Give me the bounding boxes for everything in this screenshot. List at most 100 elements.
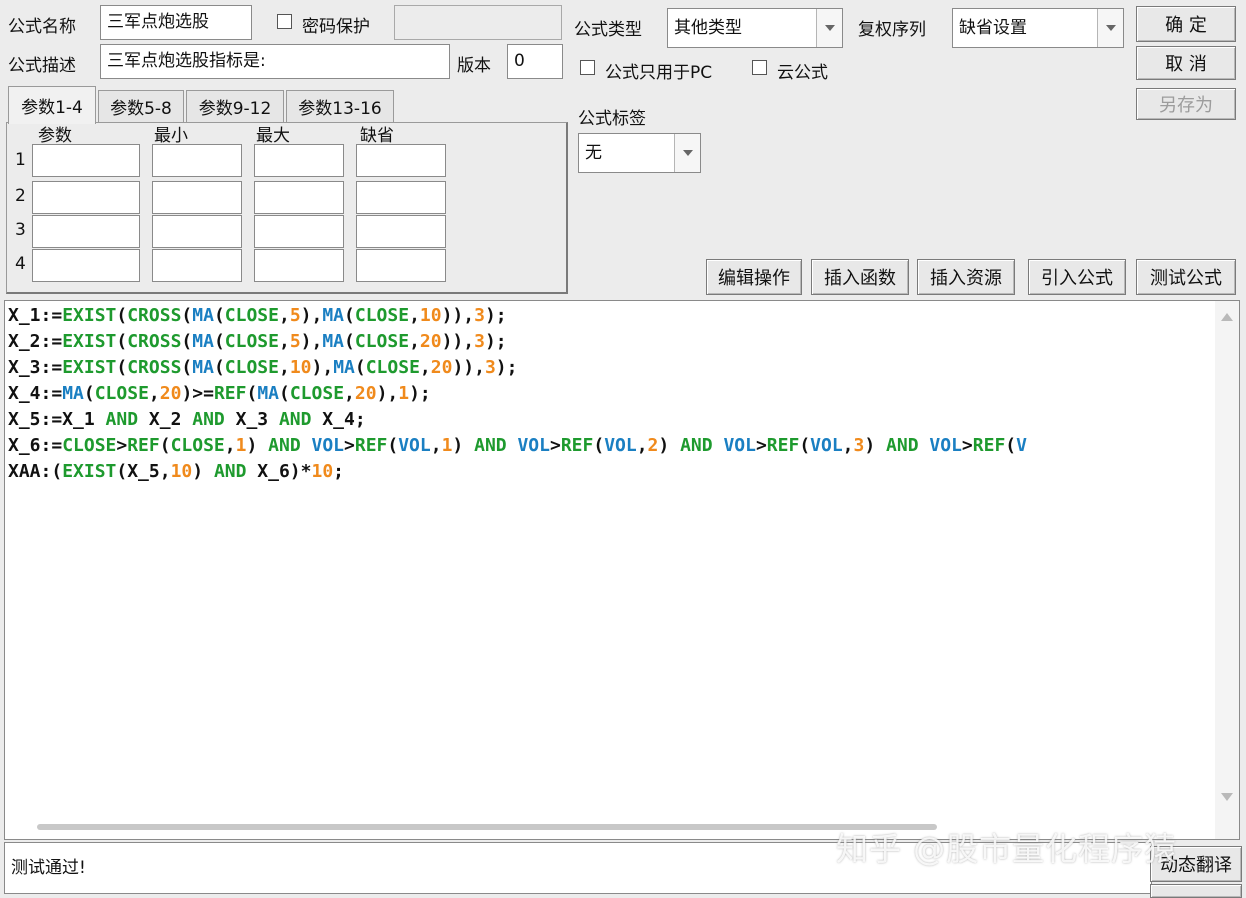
param-3-default-input[interactable] bbox=[356, 215, 446, 248]
param-4-default-input[interactable] bbox=[356, 249, 446, 282]
version-input[interactable]: 0 bbox=[507, 44, 563, 79]
code-token: CLOSE bbox=[62, 435, 117, 456]
formula-tag-select[interactable]: 无 bbox=[578, 133, 701, 173]
ok-button[interactable]: 确 定 bbox=[1136, 6, 1236, 42]
param-3-name-input[interactable] bbox=[32, 215, 140, 248]
code-token: CROSS bbox=[127, 305, 182, 326]
rights-select[interactable]: 缺省设置 bbox=[952, 8, 1124, 48]
insert-function-button[interactable]: 插入函数 bbox=[811, 259, 909, 295]
code-token: 2 bbox=[647, 435, 659, 456]
formula-tag-value: 无 bbox=[585, 143, 602, 163]
code-token: VOL bbox=[723, 435, 756, 456]
code-token: )), bbox=[452, 357, 485, 378]
code-token: 10 bbox=[419, 305, 442, 326]
code-token: ( bbox=[116, 357, 128, 378]
code-token: , bbox=[344, 383, 355, 404]
code-token: X_4:= bbox=[8, 383, 63, 404]
code-token: MA bbox=[257, 383, 279, 404]
code-line[interactable]: X_2:=EXIST(CROSS(MA(CLOSE,5),MA(CLOSE,20… bbox=[8, 329, 1027, 355]
code-token: CLOSE bbox=[224, 357, 279, 378]
chevron-down-icon[interactable] bbox=[816, 9, 842, 47]
param-3-max-input[interactable] bbox=[254, 215, 344, 248]
scroll-arrows-icon[interactable] bbox=[1215, 301, 1239, 840]
cloud-formula-checkbox[interactable] bbox=[752, 60, 767, 75]
param-2-min-input[interactable] bbox=[152, 181, 242, 214]
code-token: ( bbox=[387, 435, 399, 456]
import-formula-button[interactable]: 引入公式 bbox=[1028, 259, 1126, 295]
code-editor[interactable]: X_1:=EXIST(CROSS(MA(CLOSE,5),MA(CLOSE,10… bbox=[4, 300, 1240, 840]
code-token: X_2 bbox=[138, 409, 193, 430]
code-token: X_4; bbox=[311, 409, 366, 430]
chevron-down-icon[interactable] bbox=[674, 134, 700, 172]
code-token: X_6:= bbox=[8, 435, 63, 456]
code-token: 1 bbox=[235, 435, 247, 456]
param-1-name-input[interactable] bbox=[32, 144, 140, 177]
code-token: ); bbox=[484, 305, 507, 326]
code-token: 10 bbox=[170, 461, 193, 482]
test-formula-button[interactable]: 测试公式 bbox=[1136, 259, 1236, 295]
code-token: REF bbox=[213, 383, 247, 404]
code-token: , bbox=[409, 331, 420, 352]
code-token: , bbox=[224, 435, 236, 456]
code-token: VOL bbox=[604, 435, 637, 456]
code-token: ( bbox=[354, 357, 366, 378]
code-line[interactable]: X_5:=X_1 AND X_2 AND X_3 AND X_4; bbox=[8, 407, 1027, 433]
param-1-min-input[interactable] bbox=[152, 144, 242, 177]
code-line[interactable]: X_6:=CLOSE>REF(CLOSE,1) AND VOL>REF(VOL,… bbox=[8, 433, 1027, 459]
code-token: AND bbox=[192, 409, 225, 430]
param-4-max-input[interactable] bbox=[254, 249, 344, 282]
code-line[interactable]: X_3:=EXIST(CROSS(MA(CLOSE,10),MA(CLOSE,2… bbox=[8, 355, 1027, 381]
code-token: ( bbox=[1005, 435, 1017, 456]
code-token: REF bbox=[560, 435, 594, 456]
param-4-min-input[interactable] bbox=[152, 249, 242, 282]
code-token: ); bbox=[495, 357, 518, 378]
param-row-number: 4 bbox=[15, 254, 26, 274]
tab-params-5-8[interactable]: 参数5-8 bbox=[98, 90, 184, 122]
code-line[interactable]: X_1:=EXIST(CROSS(MA(CLOSE,5),MA(CLOSE,10… bbox=[8, 303, 1027, 329]
rights-value: 缺省设置 bbox=[959, 18, 1027, 38]
code-token: )), bbox=[441, 305, 475, 326]
code-text[interactable]: X_1:=EXIST(CROSS(MA(CLOSE,5),MA(CLOSE,10… bbox=[8, 303, 1027, 485]
code-token: 1 bbox=[398, 383, 410, 404]
code-token: ); bbox=[484, 331, 507, 352]
chevron-down-icon[interactable] bbox=[1097, 9, 1123, 47]
pc-only-checkbox[interactable] bbox=[580, 60, 595, 75]
formula-type-select[interactable]: 其他类型 bbox=[667, 8, 843, 48]
code-token: ( bbox=[116, 331, 128, 352]
tab-params-1-4[interactable]: 参数1-4 bbox=[8, 86, 96, 124]
code-line[interactable]: X_4:=MA(CLOSE,20)>=REF(MA(CLOSE,20),1); bbox=[8, 381, 1027, 407]
code-token: REF bbox=[972, 435, 1006, 456]
code-line[interactable]: XAA:(EXIST(X_5,10) AND X_6)*10; bbox=[8, 459, 1027, 485]
cancel-button[interactable]: 取 消 bbox=[1136, 46, 1236, 80]
code-token: X_3:= bbox=[8, 357, 63, 378]
code-token: X_6)* bbox=[246, 461, 312, 482]
param-1-max-input[interactable] bbox=[254, 144, 344, 177]
formula-name-input[interactable]: 三军点炮选股 bbox=[100, 5, 252, 40]
tab-params-9-12[interactable]: 参数9-12 bbox=[186, 90, 284, 122]
formula-desc-input[interactable]: 三军点炮选股指标是: bbox=[100, 44, 450, 79]
param-1-default-input[interactable] bbox=[356, 144, 446, 177]
cloud-formula-label: 云公式 bbox=[777, 63, 828, 83]
code-token: 10 bbox=[311, 461, 334, 482]
code-token: ( bbox=[181, 331, 193, 352]
code-token: AND bbox=[886, 435, 919, 456]
code-token: CLOSE bbox=[365, 357, 420, 378]
param-2-default-input[interactable] bbox=[356, 181, 446, 214]
insert-resource-button[interactable]: 插入资源 bbox=[917, 259, 1015, 295]
tab-params-13-16[interactable]: 参数13-16 bbox=[286, 90, 394, 122]
vertical-scrollbar[interactable] bbox=[1215, 301, 1239, 839]
param-2-name-input[interactable] bbox=[32, 181, 140, 214]
edit-ops-button[interactable]: 编辑操作 bbox=[706, 259, 802, 295]
save-as-button[interactable]: 另存为 bbox=[1136, 88, 1236, 120]
param-3-min-input[interactable] bbox=[152, 215, 242, 248]
code-token: MA bbox=[192, 357, 214, 378]
param-2-max-input[interactable] bbox=[254, 181, 344, 214]
extra-button[interactable] bbox=[1150, 884, 1242, 898]
code-token: 3 bbox=[474, 305, 485, 326]
horizontal-scrollbar[interactable] bbox=[37, 824, 937, 830]
password-protect-checkbox[interactable] bbox=[277, 14, 292, 29]
code-token: ), bbox=[311, 357, 334, 378]
param-4-name-input[interactable] bbox=[32, 249, 140, 282]
param-row-number: 3 bbox=[15, 220, 26, 240]
